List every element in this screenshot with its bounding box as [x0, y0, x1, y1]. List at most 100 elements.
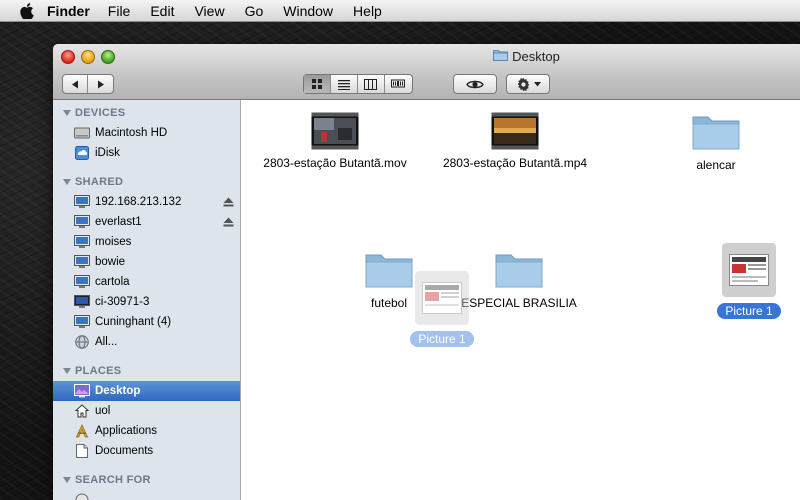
selection-highlight [722, 243, 776, 297]
file-label: ESPECIAL BRASILIA [461, 296, 577, 310]
sidebar-item-idisk[interactable]: iDisk [53, 143, 240, 163]
sidebar-item-uol[interactable]: uol [53, 401, 240, 421]
network-computer-icon [74, 254, 90, 270]
menu-help[interactable]: Help [353, 0, 382, 22]
drag-ghost-highlight [415, 271, 469, 325]
disclosure-triangle-icon [63, 477, 71, 483]
sidebar-item-shared-2[interactable]: everlast1 [53, 212, 240, 232]
list-view-button[interactable] [331, 75, 359, 93]
folder-item-alencar[interactable]: alencar [661, 112, 771, 172]
video-thumbnail-icon [311, 112, 359, 150]
sidebar-item-desktop[interactable]: Desktop [53, 381, 240, 401]
menu-edit[interactable]: Edit [150, 0, 174, 22]
sidebar-item-label: uol [95, 405, 111, 417]
file-browser-area: 2803-estação Butantã.mov 2803-estação Bu… [241, 100, 800, 500]
applications-icon [74, 423, 90, 439]
sidebar-item-label: Desktop [95, 385, 141, 397]
sidebar-item-macintosh-hd[interactable]: Macintosh HD [53, 123, 240, 143]
network-display-icon [74, 294, 90, 310]
section-search-label: SEARCH FOR [75, 474, 151, 486]
sidebar: DEVICES Macintosh HD iDisk SHARED 192.16… [53, 100, 241, 500]
section-search-for[interactable]: SEARCH FOR [63, 474, 151, 486]
sidebar-item-shared-all[interactable]: All... [53, 332, 240, 352]
file-item-picture-1[interactable]: Picture 1 [706, 243, 792, 319]
section-devices[interactable]: DEVICES [63, 107, 125, 119]
network-computer-icon [74, 234, 90, 250]
network-computer-icon [74, 194, 90, 210]
image-thumbnail-icon [422, 282, 462, 314]
drag-ghost-label: Picture 1 [410, 331, 474, 347]
menu-file[interactable]: File [108, 0, 131, 22]
file-item-mov[interactable]: 2803-estação Butantã.mov [252, 112, 418, 170]
action-menu-button[interactable] [506, 74, 550, 94]
finder-window: Desktop DEVICES Macintosh HD iDisk SHARE… [53, 44, 800, 500]
sidebar-item-search-partial[interactable] [53, 490, 240, 500]
eject-icon[interactable] [223, 197, 234, 210]
file-label: 2803-estação Butantã.mp4 [442, 156, 588, 170]
menu-go[interactable]: Go [245, 0, 264, 22]
sidebar-item-shared-6[interactable]: ci-30971-3 [53, 292, 240, 312]
sidebar-item-shared-5[interactable]: cartola [53, 272, 240, 292]
network-computer-icon [74, 274, 90, 290]
sidebar-item-applications[interactable]: Applications [53, 421, 240, 441]
folder-icon [495, 254, 543, 288]
sidebar-item-label: cartola [95, 276, 130, 288]
disclosure-triangle-icon [63, 110, 71, 116]
menu-window[interactable]: Window [283, 0, 333, 22]
eye-icon [466, 80, 484, 88]
view-mode-control [303, 74, 413, 94]
network-computer-icon [74, 314, 90, 330]
menu-view[interactable]: View [194, 0, 224, 22]
document-icon [74, 443, 90, 459]
window-toolbar: Desktop [53, 44, 800, 100]
drag-ghost-picture-1: Picture 1 [407, 271, 477, 347]
list-icon [337, 79, 350, 90]
apple-menu-icon[interactable] [19, 2, 35, 19]
video-thumbnail-icon [491, 112, 539, 150]
sidebar-item-documents[interactable]: Documents [53, 441, 240, 461]
sidebar-item-label: iDisk [95, 147, 120, 159]
sidebar-item-shared-3[interactable]: moises [53, 232, 240, 252]
gear-icon [517, 77, 529, 91]
sidebar-item-shared-7[interactable]: Cuninghant (4) [53, 312, 240, 332]
idisk-icon [74, 145, 90, 161]
disclosure-triangle-icon [63, 368, 71, 374]
section-places-label: PLACES [75, 365, 122, 377]
menu-bar: Finder File Edit View Go Window Help [0, 0, 800, 22]
columns-icon [364, 78, 378, 90]
hard-drive-icon [74, 125, 90, 141]
window-title: Desktop [53, 49, 800, 64]
section-shared-label: SHARED [75, 176, 124, 188]
sidebar-item-label: Documents [95, 445, 154, 457]
sidebar-item-label: Cuninghant (4) [95, 316, 172, 328]
sidebar-item-label: Applications [95, 425, 158, 437]
section-places[interactable]: PLACES [63, 365, 121, 377]
coverflow-icon [391, 79, 406, 87]
back-button[interactable] [63, 75, 89, 93]
section-devices-label: DEVICES [75, 107, 126, 119]
sidebar-item-label: ci-30971-3 [95, 296, 150, 308]
section-shared[interactable]: SHARED [63, 176, 123, 188]
sidebar-item-shared-4[interactable]: bowie [53, 252, 240, 272]
icon-view-button[interactable] [304, 75, 331, 93]
column-view-button[interactable] [358, 75, 385, 93]
sidebar-item-label: moises [95, 236, 132, 248]
forward-button[interactable] [88, 75, 113, 93]
sidebar-item-shared-1[interactable]: 192.168.213.132 [53, 192, 240, 212]
home-icon [74, 403, 90, 419]
folder-icon [493, 49, 509, 64]
quick-look-button[interactable] [453, 74, 497, 94]
back-forward-control [62, 74, 114, 94]
globe-icon [74, 334, 90, 350]
sidebar-item-label: bowie [95, 256, 126, 268]
desktop-icon [74, 383, 90, 399]
eject-icon[interactable] [223, 217, 234, 230]
coverflow-view-button[interactable] [385, 75, 412, 93]
chevron-down-icon [533, 81, 541, 86]
sidebar-item-label: All... [95, 336, 118, 348]
sidebar-item-label: Macintosh HD [95, 127, 168, 139]
file-item-mp4[interactable]: 2803-estação Butantã.mp4 [432, 112, 598, 170]
sidebar-item-label: everlast1 [95, 216, 142, 228]
menu-app-name[interactable]: Finder [47, 0, 90, 22]
file-label: futebol [370, 296, 408, 310]
